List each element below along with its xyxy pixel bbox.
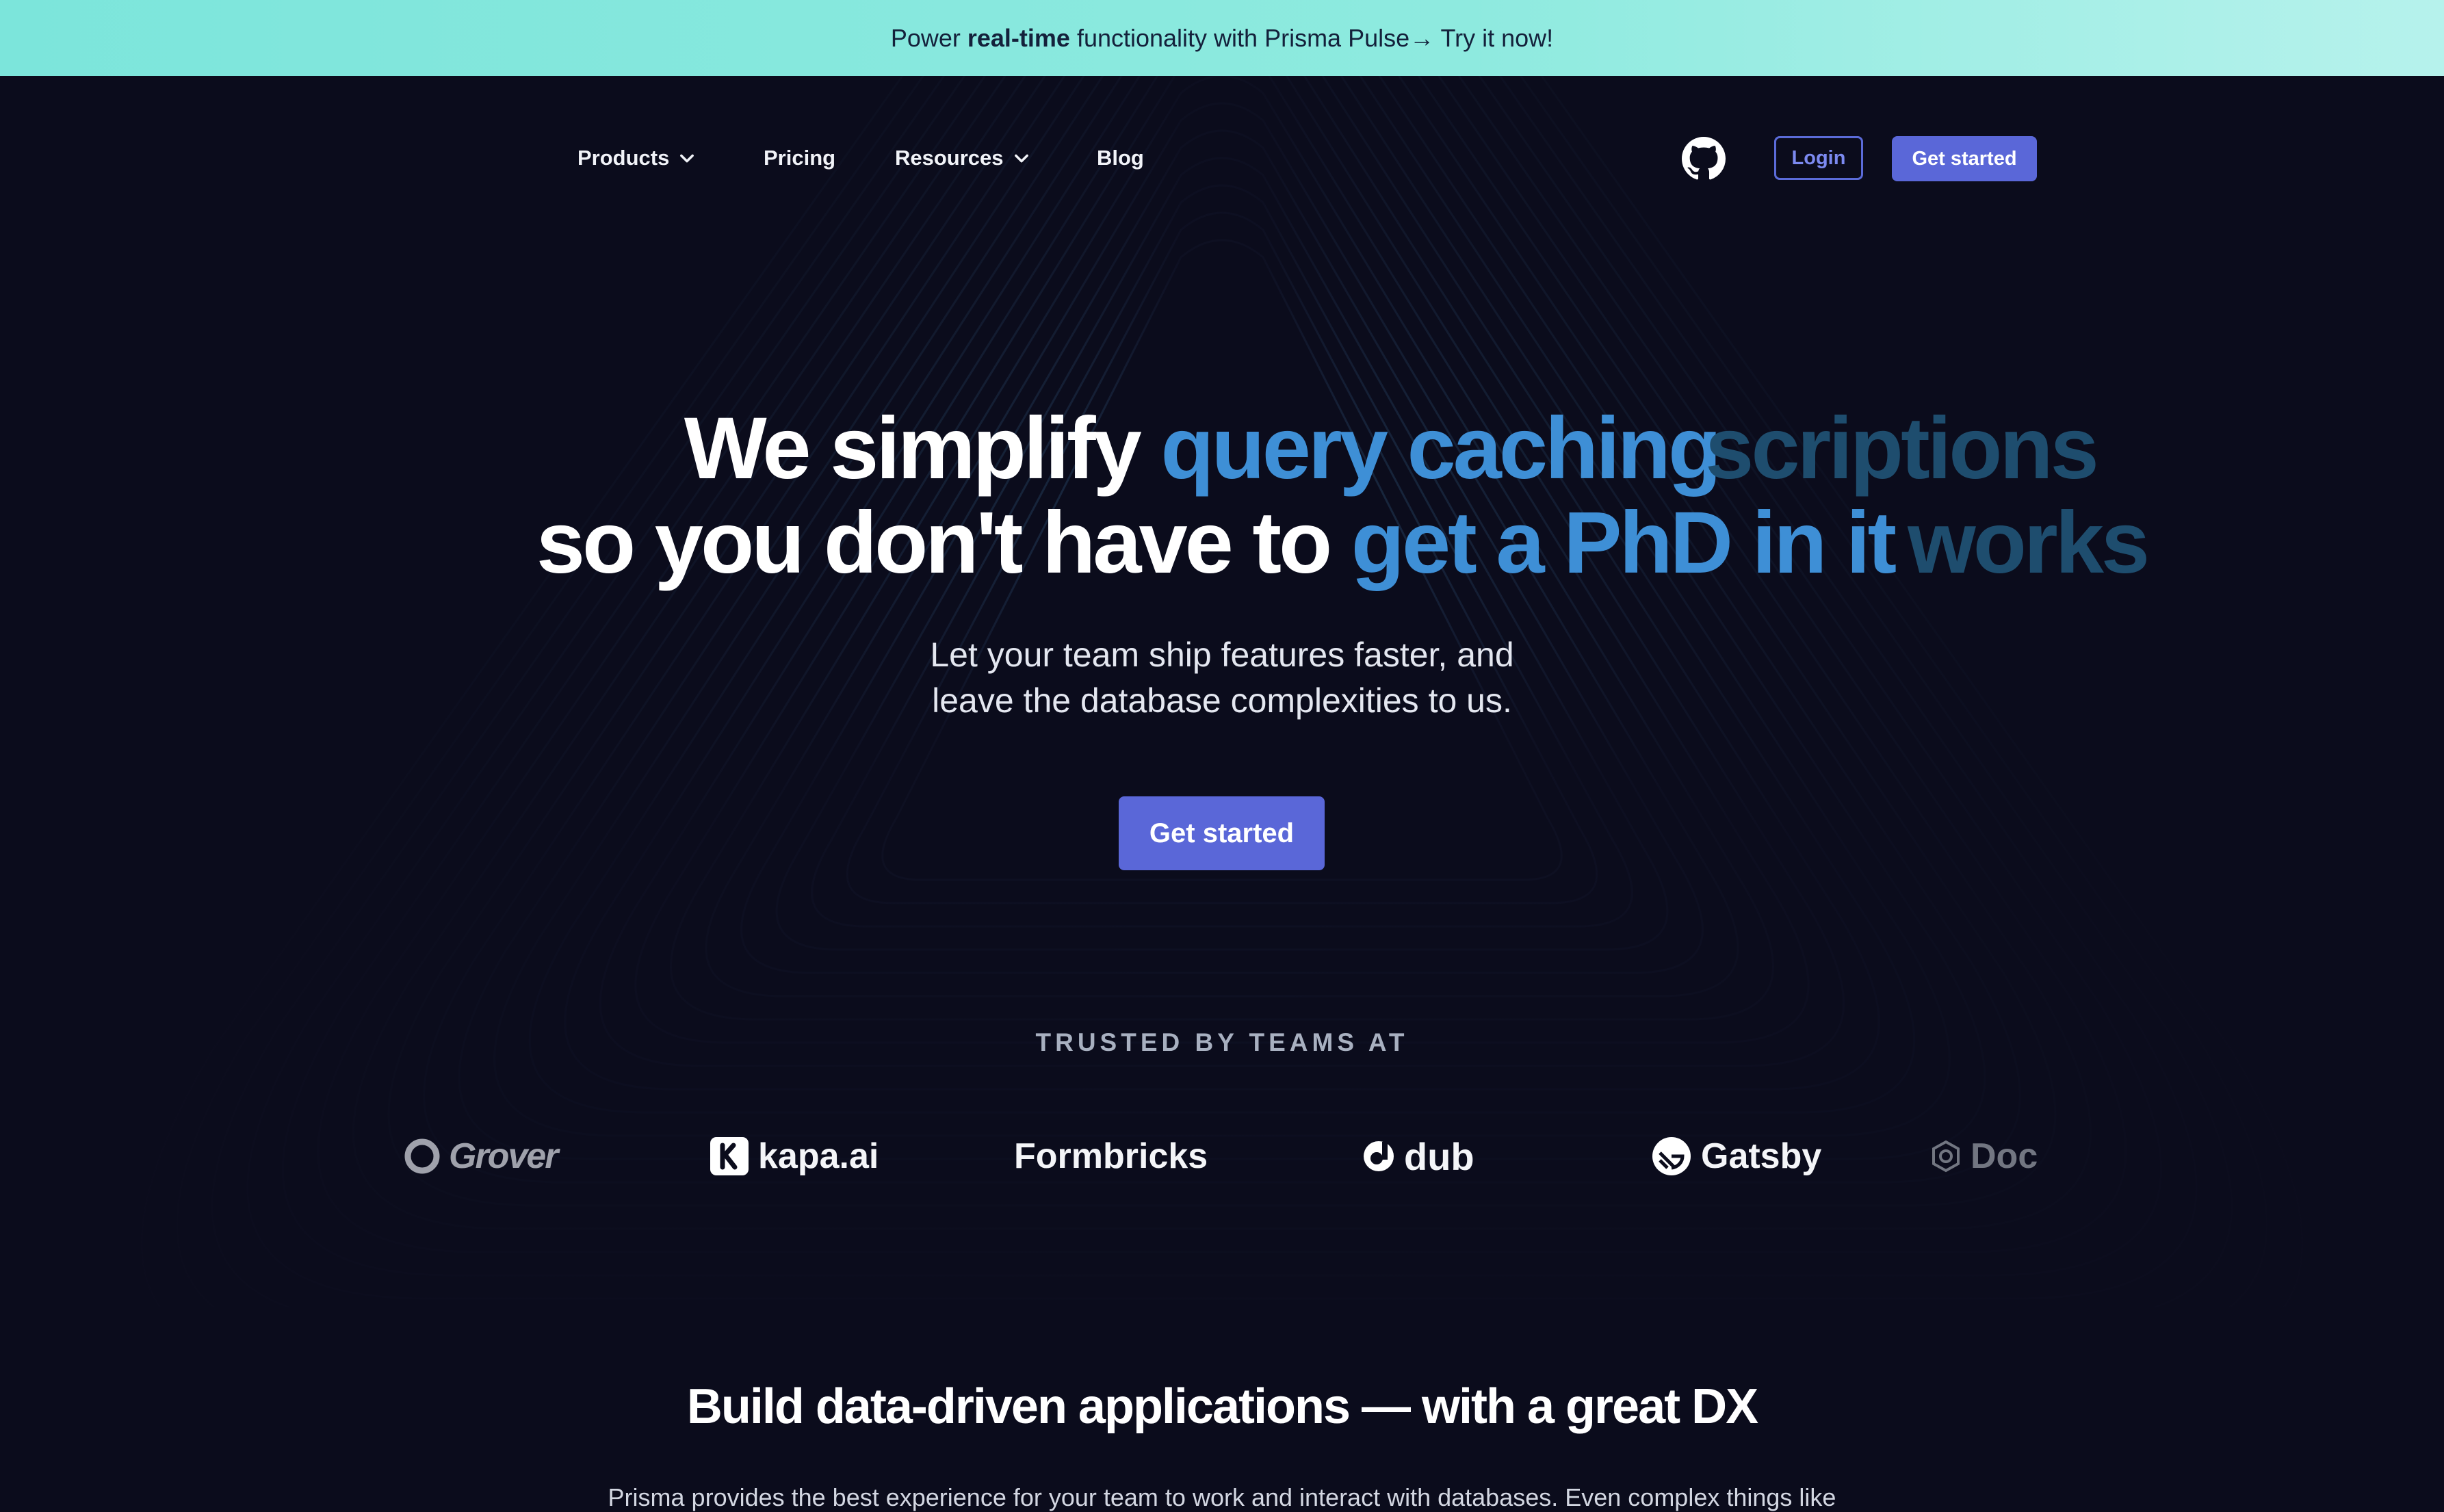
- hero-line2-ghost: works: [1908, 494, 2150, 592]
- hero-line1-highlight: query caching: [1160, 400, 1721, 497]
- nav-products[interactable]: Products: [577, 133, 697, 183]
- dub-logo-icon: [1364, 1141, 1394, 1171]
- logo-formbricks-text: Formbricks: [1014, 1136, 1208, 1176]
- github-icon[interactable]: [1682, 137, 1726, 181]
- docs-logo-icon: [1932, 1140, 1960, 1173]
- nav-pricing[interactable]: Pricing: [764, 133, 835, 183]
- logo-kapa-text: kapa.ai: [758, 1136, 879, 1176]
- hero-subtitle-line1: Let your team ship features faster, and: [930, 636, 1514, 674]
- logo-grover-text: Grover: [449, 1136, 559, 1176]
- announcement-banner[interactable]: Power real-time functionality with Prism…: [0, 0, 2444, 76]
- section-paragraph: Prisma provides the best experience for …: [608, 1483, 1836, 1511]
- nav-blog[interactable]: Blog: [1097, 133, 1144, 183]
- hero-subtitle-line2: leave the database complexities to us.: [932, 681, 1512, 720]
- banner-bold: real-time: [967, 23, 1070, 52]
- hero-subtitle: Let your team ship features faster, and …: [0, 632, 2444, 724]
- hero-line2-static: so you don't have to: [536, 494, 1351, 592]
- chevron-down-icon: [680, 154, 694, 163]
- login-button[interactable]: Login: [1774, 136, 1863, 180]
- logo-dub: dub: [1362, 1129, 1474, 1184]
- gatsby-logo-icon: [1652, 1137, 1691, 1175]
- hero-get-started-button[interactable]: Get started: [1119, 796, 1325, 870]
- nav-get-started-button[interactable]: Get started: [1892, 136, 2037, 181]
- logo-gatsby-text: Gatsby: [1701, 1136, 1822, 1176]
- trusted-heading: TRUSTED BY TEAMS AT: [1035, 1028, 1409, 1056]
- logo-gatsby: Gatsby: [1650, 1129, 1821, 1184]
- nav-products-label: Products: [577, 146, 670, 170]
- top-navigation: Products Pricing Resources Blog: [0, 133, 2444, 183]
- logo-kapa: kapa.ai: [709, 1129, 879, 1184]
- section-title: Build data-driven applications — with a …: [686, 1379, 1758, 1434]
- hero-headline-line1: We simplify query caching scriptions: [0, 401, 2444, 497]
- banner-prefix: Power: [890, 23, 967, 52]
- hero-headline-line2: so you don't have to get a PhD in it work…: [0, 495, 2444, 591]
- logo-docs: Doc: [1929, 1129, 2046, 1184]
- hero-line1-static: We simplify: [684, 400, 1161, 497]
- chevron-down-icon: [1014, 154, 1028, 163]
- nav-pricing-label: Pricing: [764, 146, 836, 170]
- nav-resources-label: Resources: [895, 146, 1004, 170]
- nav-resources[interactable]: Resources: [895, 133, 1031, 183]
- hero-line2-highlight: get a PhD in it: [1351, 494, 1897, 592]
- contour-ring: [458, 76, 1986, 1160]
- grover-logo-icon: [404, 1138, 440, 1174]
- contour-ring: [493, 76, 1951, 1137]
- logo-formbricks: Formbricks: [1014, 1129, 1208, 1184]
- logo-docs-text: Doc: [1971, 1136, 2038, 1176]
- kapa-logo-icon: [710, 1137, 749, 1175]
- logo-dub-text: dub: [1404, 1134, 1474, 1178]
- hero-line1-ghost: scriptions: [1705, 400, 2099, 497]
- banner-suffix: functionality with Prisma Pulse→ Try it …: [1069, 23, 1554, 52]
- nav-blog-label: Blog: [1097, 146, 1144, 170]
- logo-grover: Grover: [404, 1129, 559, 1184]
- contour-ring: [423, 76, 2021, 1184]
- contour-ring: [528, 76, 1916, 1114]
